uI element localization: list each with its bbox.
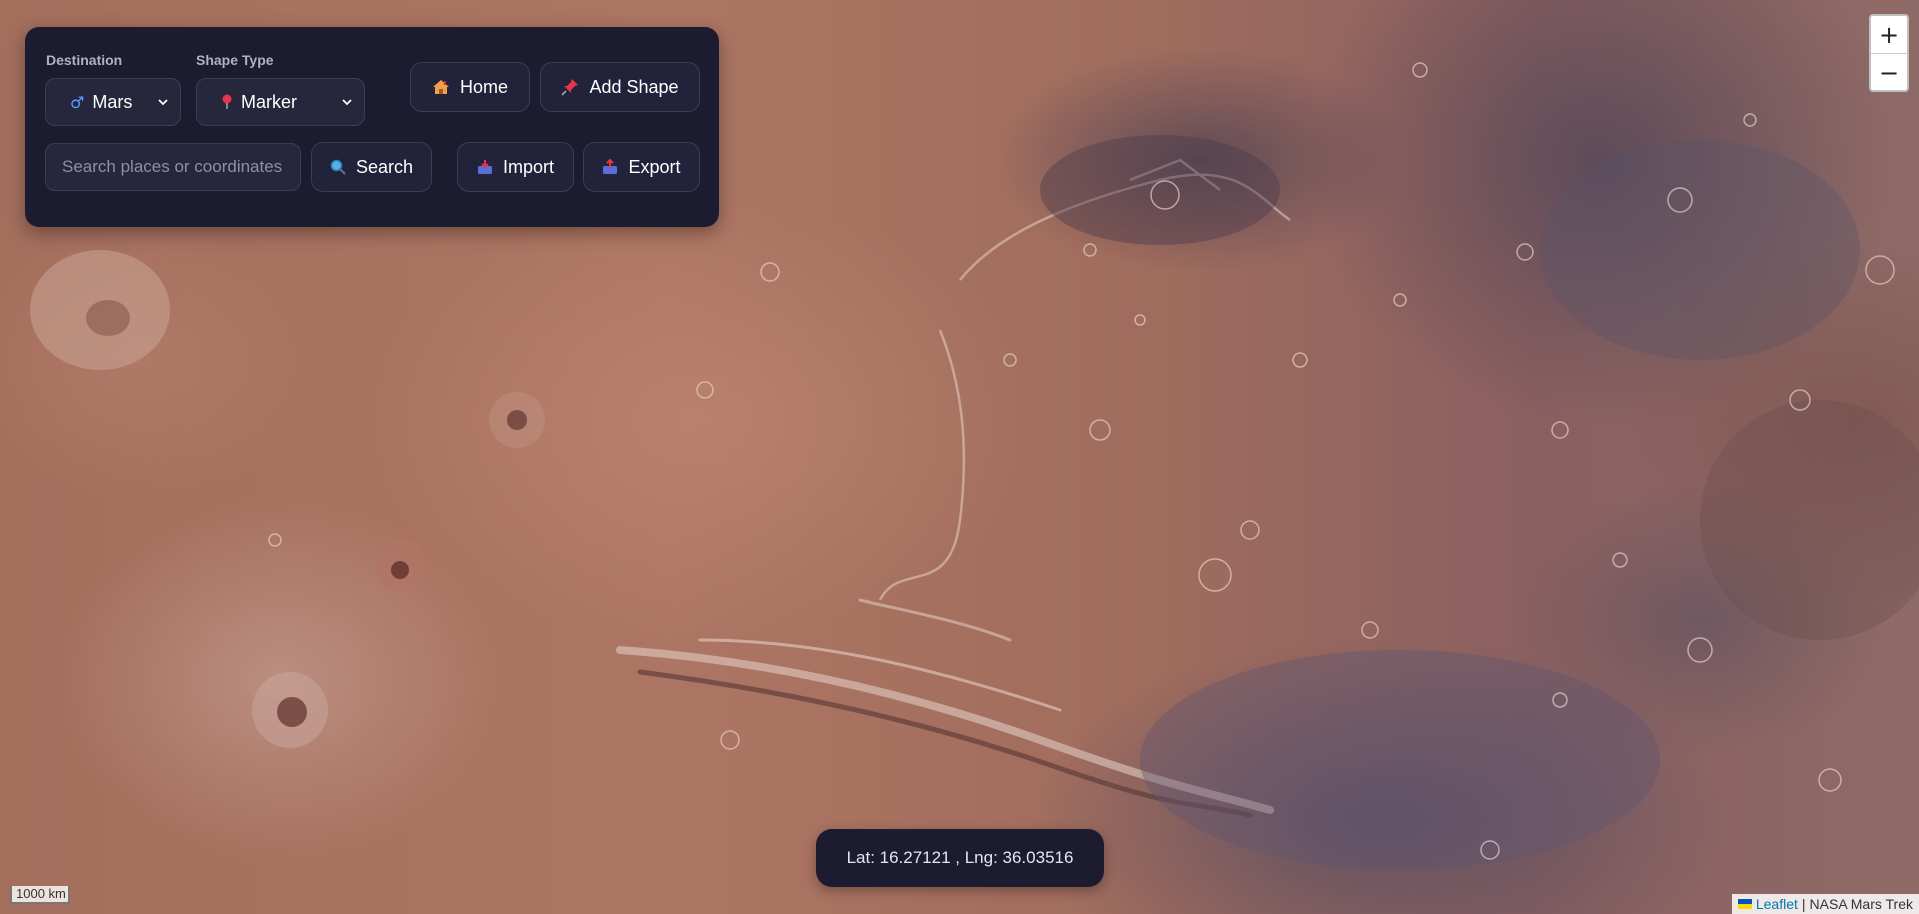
export-button[interactable]: Export xyxy=(583,142,700,192)
scale-label: 1000 km xyxy=(16,886,66,901)
zoom-out-button[interactable]: − xyxy=(1871,53,1907,90)
volcano-arsia xyxy=(252,672,328,748)
ukraine-flag-icon xyxy=(1737,899,1752,909)
control-panel: Destination ♂ Mars Shape Type Marker Hom… xyxy=(25,27,719,227)
pushpin-icon xyxy=(222,94,232,109)
chevron-down-icon xyxy=(158,99,168,106)
pin-icon xyxy=(561,79,579,96)
shape-type-select[interactable]: Marker xyxy=(196,78,365,126)
import-button[interactable]: Import xyxy=(457,142,574,192)
coordinate-text: Lat: 16.27121 , Lng: 36.03516 xyxy=(846,848,1074,867)
leaflet-link[interactable]: Leaflet xyxy=(1756,896,1798,912)
volcano-large xyxy=(30,250,170,370)
inbox-tray-icon xyxy=(477,160,492,174)
coordinate-readout: Lat: 16.27121 , Lng: 36.03516 xyxy=(816,829,1104,887)
mars-symbol-icon: ♂ xyxy=(70,92,85,112)
map-attribution: Leaflet | NASA Mars Trek xyxy=(1731,894,1919,914)
search-button[interactable]: Search xyxy=(311,142,432,192)
home-button[interactable]: Home xyxy=(410,62,530,112)
chevron-down-icon xyxy=(342,99,352,106)
add-shape-label: Add Shape xyxy=(589,76,679,97)
outbox-tray-icon xyxy=(603,159,618,174)
dark-highlands xyxy=(1040,135,1919,870)
attribution-separator: | xyxy=(1801,896,1806,912)
magnifier-icon xyxy=(330,159,346,175)
attribution-source: NASA Mars Trek xyxy=(1809,896,1913,912)
zoom-control: + − xyxy=(1869,14,1909,92)
export-label: Export xyxy=(628,156,681,177)
volcano-ascraeus xyxy=(489,392,545,448)
shape-type-value: Marker xyxy=(241,91,298,112)
house-icon xyxy=(432,80,449,94)
search-label: Search xyxy=(355,156,414,177)
search-input[interactable] xyxy=(45,143,301,191)
home-label: Home xyxy=(459,76,508,97)
destination-select[interactable]: ♂ Mars xyxy=(45,78,181,126)
volcano-pavonis xyxy=(374,539,426,591)
shape-type-label: Shape Type xyxy=(196,52,274,68)
destination-value: Mars xyxy=(92,91,133,112)
zoom-in-button[interactable]: + xyxy=(1871,16,1907,53)
destination-label: Destination xyxy=(46,52,123,68)
import-label: Import xyxy=(502,156,554,177)
scale-bar: 1000 km xyxy=(10,886,70,904)
add-shape-button[interactable]: Add Shape xyxy=(540,62,700,112)
